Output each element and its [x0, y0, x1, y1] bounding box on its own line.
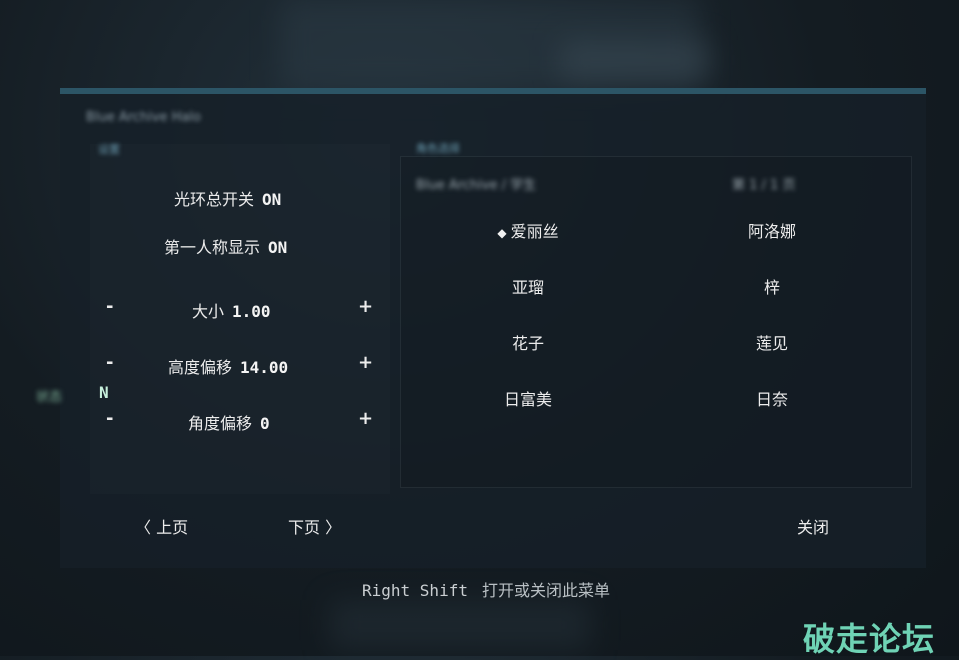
status-letter: N: [99, 383, 109, 402]
keybind-hint: Right Shift 打开或关闭此菜单: [362, 577, 610, 601]
character-name: 爱丽丝: [510, 222, 559, 241]
character-option[interactable]: 亚瑠: [428, 274, 628, 298]
background-blur: [560, 40, 710, 80]
close-button[interactable]: 关闭: [797, 514, 829, 538]
character-name: 亚瑠: [511, 278, 544, 297]
halo-master-label: 光环总开关: [174, 190, 255, 209]
character-option[interactable]: 花子: [428, 330, 628, 354]
page-indicator: 第 1 / 1 页: [732, 178, 796, 193]
first-person-value: ON: [268, 238, 288, 257]
angle-offset-increase-button[interactable]: +: [358, 408, 373, 429]
character-section-tag: 角色选择: [416, 142, 460, 155]
angle-offset-label: 角度偏移: [188, 414, 253, 433]
height-offset-value: 14.00: [240, 358, 289, 377]
keybind-description: 打开或关闭此菜单: [481, 581, 610, 600]
character-option[interactable]: 梓: [672, 274, 872, 298]
character-name: 日富美: [503, 390, 552, 409]
character-option[interactable]: 莲见: [672, 330, 872, 354]
character-option[interactable]: 阿洛娜: [672, 218, 872, 242]
size-decrease-button[interactable]: -: [106, 296, 113, 317]
background-blur: [330, 600, 590, 650]
height-offset-decrease-button[interactable]: -: [106, 352, 113, 373]
halo-master-toggle[interactable]: 光环总开关 ON: [174, 186, 281, 210]
character-name: 阿洛娜: [747, 222, 796, 241]
first-person-toggle[interactable]: 第一人称显示 ON: [164, 234, 287, 258]
character-list-section: [400, 156, 912, 488]
watermark-logo: 破走论坛: [803, 620, 936, 658]
height-offset-setting: 高度偏移 14.00: [168, 354, 288, 378]
keybind-key: Right Shift: [362, 581, 468, 600]
status-label: 状态: [36, 390, 63, 405]
settings-section-tag: 设置: [98, 143, 120, 156]
character-name: 花子: [511, 334, 544, 353]
first-person-label: 第一人称显示: [164, 238, 261, 257]
halo-master-value: ON: [262, 190, 282, 209]
character-option-selected[interactable]: ◆ 爱丽丝: [428, 218, 628, 242]
angle-offset-value: 0: [260, 414, 270, 433]
character-option[interactable]: 日奈: [672, 386, 872, 410]
height-offset-label: 高度偏移: [168, 358, 233, 377]
size-label: 大小: [192, 302, 225, 321]
size-increase-button[interactable]: +: [358, 296, 373, 317]
panel-title: Blue Archive Halo: [86, 110, 201, 125]
character-list-header: Blue Archive / 学生: [416, 178, 537, 193]
height-offset-increase-button[interactable]: +: [358, 352, 373, 373]
character-option[interactable]: 日富美: [428, 386, 628, 410]
halo-settings-panel: Blue Archive Halo 设置 角色选择 Blue Archive /…: [60, 88, 926, 568]
prev-page-button[interactable]: 〈 上页: [135, 514, 188, 538]
angle-offset-setting: 角度偏移 0: [188, 410, 270, 434]
character-name: 梓: [763, 278, 780, 297]
next-page-button[interactable]: 下页 〉: [288, 514, 341, 538]
character-name: 日奈: [755, 390, 788, 409]
selected-marker-icon: ◆: [497, 226, 507, 240]
size-setting: 大小 1.00: [192, 298, 271, 322]
angle-offset-decrease-button[interactable]: -: [106, 408, 113, 429]
size-value: 1.00: [232, 302, 271, 321]
character-name: 莲见: [755, 334, 788, 353]
